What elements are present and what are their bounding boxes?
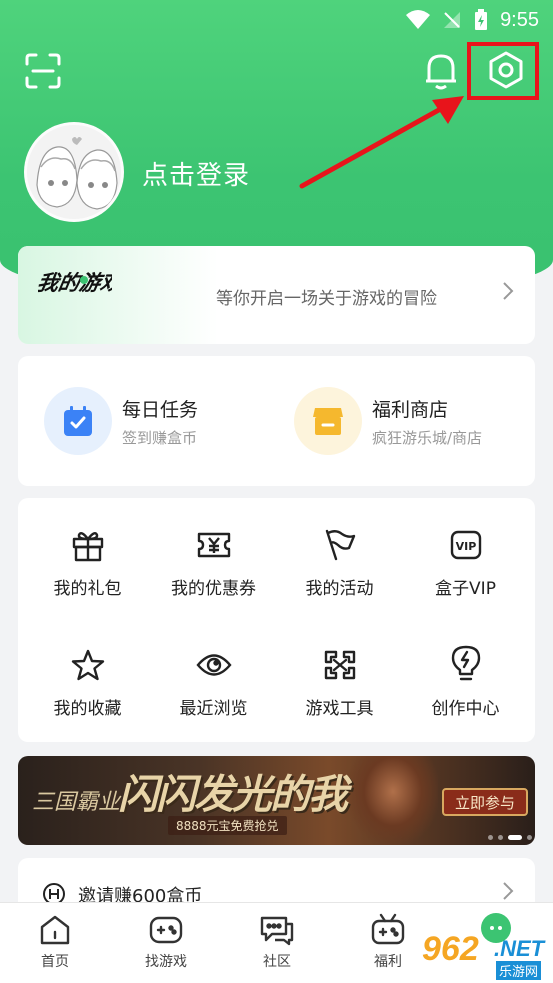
battery-charging-icon: [475, 9, 488, 30]
banner-text: 等你开启一场关于游戏的冒险: [216, 289, 437, 309]
calendar-check-icon: [64, 406, 92, 436]
grid-label: 我的活动: [305, 579, 374, 599]
grid-item-recent[interactable]: 最近浏览: [151, 648, 276, 719]
eye-icon: [195, 654, 232, 676]
game-ad-banner[interactable]: 三国霸业 闪闪发光的我 8888元宝免费抢兑 立即参与: [18, 756, 535, 845]
task-subtitle: 签到赚盒币: [122, 428, 198, 447]
login-prompt[interactable]: 点击登录: [142, 155, 250, 192]
chat-icon: [260, 916, 294, 946]
my-game-logo: 我的游戏: [38, 270, 112, 295]
ad-cta-button[interactable]: 立即参与: [442, 788, 528, 816]
avatar[interactable]: [24, 122, 124, 222]
nav-label: 首页: [41, 954, 69, 970]
grid-label: 盒子VIP: [435, 579, 496, 599]
svg-text:我的游戏: 我的游戏: [38, 270, 112, 295]
ad-headline: 闪闪发光的我: [118, 771, 348, 818]
flag-icon: [325, 529, 355, 561]
grid-label: 最近浏览: [179, 699, 248, 719]
grid-label: 我的礼包: [53, 579, 122, 599]
task-title: 每日任务: [122, 398, 199, 421]
home-icon: [40, 915, 70, 945]
grid-item-coupons[interactable]: 我的优惠券: [151, 528, 276, 599]
vip-icon: VIP: [450, 530, 481, 560]
watermark-suffix: .NET: [494, 936, 545, 961]
grid-item-activities[interactable]: 我的活动: [277, 528, 402, 599]
carousel-dot: [488, 835, 493, 840]
grid-label: 创作中心: [431, 699, 500, 719]
coupon-icon: [197, 532, 230, 558]
chevron-right-icon: [503, 882, 514, 900]
scan-icon[interactable]: [24, 52, 62, 90]
carousel-dot: [498, 835, 503, 840]
nav-label: 找游戏: [145, 954, 187, 970]
welfare-store-button[interactable]: 福利商店 疯狂游乐城/商店: [294, 387, 482, 455]
star-icon: [71, 649, 104, 681]
grid-item-vip[interactable]: VIP 盒子VIP: [403, 528, 528, 599]
watermark-subtitle: 乐游网: [496, 961, 542, 980]
task-subtitle: 疯狂游乐城/商店: [372, 428, 483, 447]
carousel-dot-active: [508, 835, 522, 840]
adventure-banner-card[interactable]: 我的游戏 等你开启一场关于游戏的冒险: [18, 246, 535, 344]
status-bar: 9:55: [0, 0, 553, 40]
store-icon: [313, 408, 343, 435]
task-title: 福利商店: [372, 398, 449, 421]
grid-item-favorites[interactable]: 我的收藏: [25, 648, 150, 719]
nav-tab-home[interactable]: 首页: [15, 913, 95, 971]
annotation-arrow: [299, 96, 464, 189]
nav-label: 福利: [374, 954, 402, 970]
watermark-number: 962: [422, 930, 479, 968]
grid-item-creator[interactable]: 创作中心: [403, 644, 528, 719]
site-watermark: 962 .NET 乐游网: [414, 930, 550, 980]
wifi-icon: [406, 10, 431, 29]
features-grid-card: 我的礼包 我的优惠券 我的活动 VIP 盒子VIP 我的收藏 最近浏览 游戏工具…: [18, 498, 535, 742]
grid-label: 我的优惠券: [171, 579, 256, 599]
status-time: 9:55: [500, 8, 539, 31]
ad-character-image: [348, 756, 438, 845]
nav-tab-find-games[interactable]: 找游戏: [126, 913, 206, 971]
chevron-right-icon: [503, 282, 514, 300]
task-icon-bg: [44, 387, 112, 455]
tools-icon: [324, 650, 355, 680]
no-signal-icon: [444, 12, 461, 28]
gamepad-icon: [149, 916, 183, 944]
nav-label: 社区: [263, 954, 291, 970]
tasks-card: 每日任务 签到赚盒币 福利商店 疯狂游乐城/商店: [18, 356, 535, 486]
grid-label: 游戏工具: [305, 699, 374, 719]
task-icon-bg: [294, 387, 362, 455]
bell-icon[interactable]: [424, 52, 458, 90]
grid-label: 我的收藏: [53, 699, 122, 719]
nav-tab-community[interactable]: 社区: [237, 913, 317, 971]
lightbulb-icon: [451, 645, 480, 681]
grid-item-gifts[interactable]: 我的礼包: [25, 528, 150, 599]
grid-item-tools[interactable]: 游戏工具: [277, 648, 402, 719]
ad-game-title: 三国霸业: [32, 790, 121, 815]
carousel-indicator: [488, 835, 532, 840]
ad-promo-text: 8888元宝免费抢兑: [168, 816, 287, 835]
svg-text:VIP: VIP: [455, 540, 476, 553]
settings-highlight-box: [467, 42, 539, 100]
daily-task-button[interactable]: 每日任务 签到赚盒币: [44, 387, 198, 455]
gift-tv-icon: [371, 913, 405, 945]
gift-icon: [72, 532, 103, 562]
carousel-dot: [527, 835, 532, 840]
